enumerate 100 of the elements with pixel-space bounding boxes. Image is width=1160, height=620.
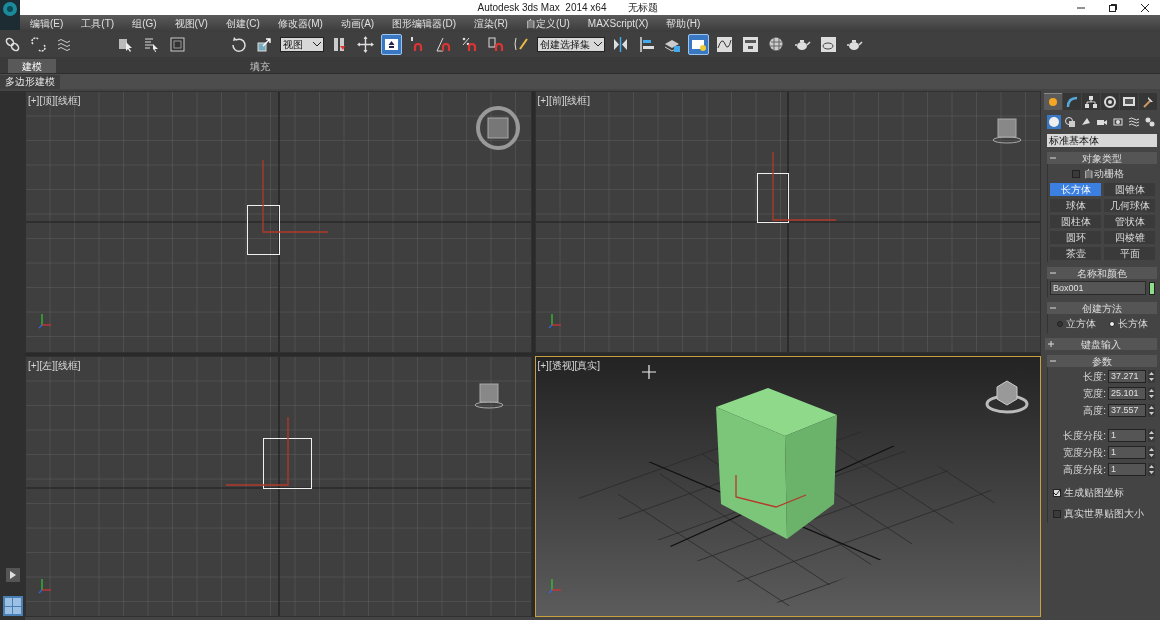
menu-item[interactable]: 帮助(H) [666, 16, 701, 31]
object-type-button[interactable]: 几何球体 [1104, 199, 1155, 212]
radio-button[interactable] [1056, 320, 1063, 327]
spinner-icon[interactable] [1148, 387, 1155, 400]
transform-gizmo [225, 415, 289, 486]
sphere-icon[interactable] [1047, 115, 1061, 129]
rollout-header[interactable]: 对象类型 [1047, 152, 1157, 164]
crosshair-cursor-icon [640, 363, 657, 380]
menu-item[interactable]: 创建(C) [225, 16, 260, 31]
hierarchy-icon[interactable] [1082, 93, 1100, 110]
field-label: 高度分段: [1063, 463, 1106, 477]
menu-item[interactable]: 修改器(M) [277, 16, 323, 31]
minus-icon [1050, 270, 1056, 276]
spinner-icon[interactable] [1148, 446, 1155, 459]
ribbon-panel-label[interactable]: 多边形建模 [0, 74, 60, 89]
curve-editor-icon[interactable] [714, 34, 735, 55]
menu-item[interactable]: 图形编辑器(D) [392, 16, 457, 31]
caret-icon [313, 42, 321, 47]
menu-item[interactable]: MAXScript(X) [587, 16, 649, 31]
axis-tripod-icon [38, 313, 52, 329]
number-field[interactable]: 1 [1108, 446, 1146, 459]
viewport[interactable]: [+][左][线框] [25, 355, 532, 617]
render-frame-icon[interactable] [818, 34, 839, 55]
object-type-button[interactable]: 圆环 [1050, 231, 1101, 244]
close-icon[interactable] [1140, 2, 1150, 13]
menu-item[interactable]: 工具(T) [81, 16, 115, 31]
menu-item[interactable]: 组(G) [132, 16, 157, 31]
field-label: 长度分段: [1063, 429, 1106, 443]
radio-label: 长方体 [1118, 317, 1149, 331]
menu-item[interactable]: 编辑(E) [30, 16, 64, 31]
object-type-button[interactable]: 球体 [1050, 199, 1101, 212]
schematic-view-icon[interactable] [740, 34, 761, 55]
number-field[interactable]: 37.557 [1108, 404, 1146, 417]
caret-icon [594, 42, 602, 47]
object-type-button[interactable]: 长方体 [1050, 183, 1101, 196]
menu-item[interactable]: 动画(A) [340, 16, 375, 31]
bend-icon[interactable] [1063, 93, 1081, 110]
gears-icon[interactable] [1143, 115, 1157, 129]
rollout-header[interactable]: 名称和颜色 [1047, 267, 1157, 279]
object-type-button[interactable]: 四棱锥 [1104, 231, 1155, 244]
ribbon-tab[interactable]: 填充 [236, 59, 284, 73]
viewport-layout-icon[interactable] [2, 596, 23, 616]
wheel-icon[interactable] [1101, 93, 1119, 110]
hammer-icon[interactable] [1139, 93, 1157, 110]
number-field[interactable]: 1 [1108, 429, 1146, 442]
object-type-button[interactable]: 管状体 [1104, 215, 1155, 228]
checkbox[interactable] [1053, 509, 1061, 518]
view-cube-icon[interactable] [476, 106, 520, 150]
object-type-button[interactable]: 茶壶 [1050, 247, 1101, 260]
keyboard-shortcut-icon[interactable] [381, 34, 402, 55]
waves-icon[interactable] [1127, 115, 1141, 129]
box-outline [247, 205, 280, 255]
view-cube-icon[interactable] [474, 383, 504, 408]
checkbox-label: 自动栅格 [1084, 167, 1124, 181]
rollout-header[interactable]: 键盘输入 [1045, 338, 1157, 350]
viewport-label[interactable]: [+][透视][真实] [537, 357, 600, 373]
viewport-label[interactable]: [+][前][线框] [537, 93, 590, 108]
broken-link-icon[interactable] [28, 34, 49, 55]
monitor-icon[interactable] [1120, 93, 1138, 110]
object-type-button[interactable]: 平面 [1104, 247, 1155, 260]
shapes-icon[interactable] [1063, 115, 1077, 129]
scene-explorer-icon[interactable] [688, 34, 709, 55]
viewport-label[interactable]: [+][左][线框] [28, 357, 81, 373]
object-type-button[interactable]: 圆柱体 [1050, 215, 1101, 228]
color-swatch[interactable] [1149, 281, 1155, 295]
radio-button[interactable] [1109, 320, 1116, 327]
checkbox[interactable] [1072, 169, 1080, 178]
number-field[interactable]: 1 [1108, 463, 1146, 476]
window-title: Autodesk 3ds Max 2014 x64 [477, 1, 607, 15]
rollout-header[interactable]: 创建方法 [1047, 302, 1157, 314]
menu-item[interactable]: 视图(V) [174, 16, 208, 31]
ribbon-tab[interactable]: 建模 [8, 59, 56, 73]
rollout-header[interactable]: 参数 [1047, 355, 1157, 367]
object-type-button[interactable]: 圆锥体 [1104, 183, 1155, 196]
viewport-label[interactable]: [+][顶][线框] [28, 93, 81, 108]
radio-label: 立方体 [1065, 317, 1096, 331]
name-field[interactable]: Box001 [1050, 281, 1146, 295]
viewport[interactable]: [+][顶][线框] [25, 91, 532, 353]
expand-button[interactable] [5, 568, 20, 582]
number-field[interactable]: 37.271 [1108, 370, 1146, 383]
menu-item[interactable]: 自定义(U) [525, 16, 570, 31]
restore-icon[interactable] [1108, 2, 1118, 13]
spinner-icon[interactable] [1148, 429, 1155, 442]
dropdown[interactable]: 视图 [280, 37, 324, 52]
view-cube-icon[interactable] [985, 380, 1028, 413]
dropdown[interactable]: 创建选择集 [537, 37, 605, 52]
app-logo-icon[interactable] [0, 0, 20, 30]
spinner-icon[interactable] [1148, 463, 1155, 476]
number-field[interactable]: 25.101 [1108, 387, 1146, 400]
view-cube-icon[interactable] [992, 118, 1021, 144]
move-icon[interactable] [355, 34, 376, 55]
viewport[interactable]: [+][透视][真实] [534, 355, 1041, 617]
checkbox[interactable] [1053, 488, 1061, 497]
viewport[interactable]: [+][前][线框] [534, 91, 1041, 353]
selection-rectangle-icon[interactable] [167, 34, 188, 55]
category-dropdown[interactable]: 标准基本体 [1047, 134, 1157, 147]
spinner-icon[interactable] [1148, 404, 1155, 417]
sun-icon[interactable] [1044, 93, 1062, 110]
spinner-icon[interactable] [1148, 370, 1155, 383]
menu-item[interactable]: 渲染(R) [474, 16, 508, 31]
